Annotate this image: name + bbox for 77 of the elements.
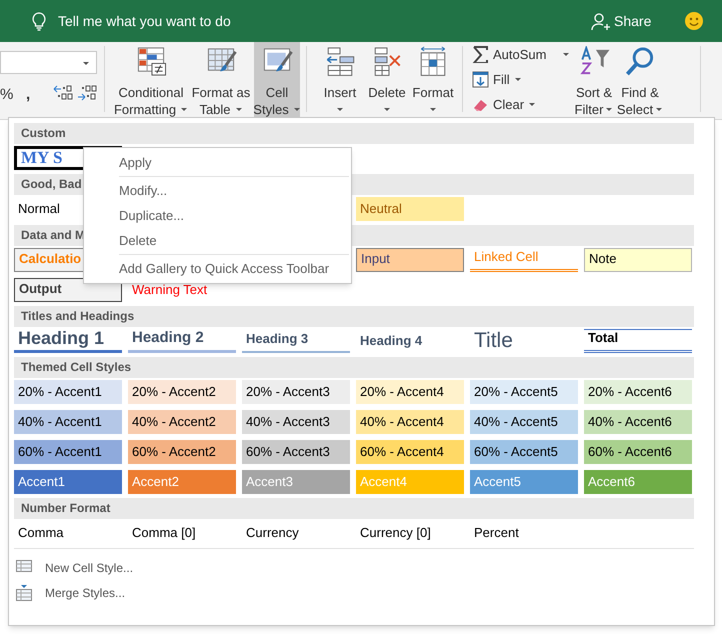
caret-icon	[605, 107, 614, 112]
style-swatch[interactable]: 40% - Accent2	[128, 410, 236, 434]
decrease-decimal-icon	[52, 84, 74, 102]
section-header: Themed Cell Styles	[14, 357, 694, 378]
lightbulb-icon	[31, 11, 47, 31]
style-swatch[interactable]: 20% - Accent2	[128, 380, 236, 404]
ribbon-button[interactable]: Insert	[316, 42, 364, 118]
ribbon-button[interactable]: Clear	[472, 95, 536, 114]
fill-down-icon	[472, 71, 489, 88]
magnifier-icon	[624, 46, 656, 77]
style-swatch[interactable]: Neutral	[356, 197, 464, 221]
caret-icon	[514, 77, 522, 82]
style-swatch[interactable]: Output	[14, 278, 122, 302]
caret-icon	[82, 61, 90, 66]
ribbon-button[interactable]: Delete	[364, 42, 410, 118]
style-swatch[interactable]: Percent	[470, 521, 578, 545]
style-swatch[interactable]: 60% - Accent1	[14, 440, 122, 464]
person-add-icon	[590, 12, 610, 32]
style-swatch[interactable]: 60% - Accent3	[242, 440, 350, 464]
style-swatch[interactable]: Currency	[242, 521, 350, 545]
sigma-icon	[472, 46, 489, 64]
ribbon-button[interactable]: AutoSum	[472, 45, 570, 64]
caret-icon	[292, 107, 301, 112]
caret-icon	[429, 107, 437, 112]
sort-filter-icon	[578, 46, 610, 77]
style-swatch[interactable]: 40% - Accent4	[356, 410, 464, 434]
style-swatch[interactable]: Comma [0]	[128, 521, 236, 545]
number-format-button[interactable]: ,	[26, 84, 30, 106]
insert-cells-icon	[324, 46, 356, 78]
ribbon-button[interactable]: Sort & Filter	[570, 42, 618, 118]
smiley-icon	[684, 11, 704, 31]
ribbon-button[interactable]: Format as Table	[188, 42, 254, 118]
style-swatch[interactable]: 20% - Accent3	[242, 380, 350, 404]
style-swatch[interactable]: 60% - Accent6	[584, 440, 692, 464]
menu-command[interactable]: Merge Styles...	[14, 580, 126, 605]
style-swatch[interactable]: Heading 4	[356, 329, 464, 353]
ribbon-button[interactable]: Cell Styles	[254, 42, 300, 118]
style-swatch[interactable]: 60% - Accent2	[128, 440, 236, 464]
style-swatch[interactable]: 20% - Accent6	[584, 380, 692, 404]
style-swatch[interactable]: Input	[356, 248, 464, 272]
merge-table-icon	[16, 584, 32, 600]
caret-icon	[383, 107, 391, 112]
style-swatch[interactable]: 40% - Accent1	[14, 410, 122, 434]
caret-icon	[234, 107, 243, 112]
section-header: Titles and Headings	[14, 306, 694, 327]
caret-icon	[562, 52, 570, 58]
caret-icon	[336, 107, 344, 112]
style-swatch[interactable]: 60% - Accent4	[356, 440, 464, 464]
style-swatch[interactable]: 20% - Accent5	[470, 380, 578, 404]
number-format-button[interactable]: %	[0, 84, 14, 106]
section-header: Custom	[14, 123, 694, 144]
style-swatch[interactable]: 40% - Accent5	[470, 410, 578, 434]
style-swatch[interactable]: 40% - Accent6	[584, 410, 692, 434]
style-swatch[interactable]: Comma	[14, 521, 122, 545]
ribbon-button[interactable]: Conditional Formatting	[114, 42, 188, 118]
font-field[interactable]	[0, 51, 97, 74]
style-swatch[interactable]: Accent1	[14, 470, 122, 494]
style-swatch[interactable]: Currency [0]	[356, 521, 464, 545]
style-swatch[interactable]: Title	[470, 329, 578, 353]
tell-me-text[interactable]: Tell me what you want to do	[58, 10, 231, 32]
style-swatch[interactable]: 60% - Accent5	[470, 440, 578, 464]
menu-command[interactable]: New Cell Style...	[14, 555, 134, 580]
style-swatch[interactable]: 20% - Accent1	[14, 380, 122, 404]
ribbon-button[interactable]: Format	[410, 42, 456, 118]
ribbon-button[interactable]: Find & Select	[616, 42, 664, 118]
style-swatch[interactable]: Note	[584, 248, 692, 272]
caret-icon	[528, 102, 536, 108]
style-swatch[interactable]: 40% - Accent3	[242, 410, 350, 434]
ribbon-button[interactable]: Fill	[472, 70, 522, 90]
conditional-formatting-icon	[135, 46, 167, 77]
caret-icon	[180, 107, 188, 112]
share-button[interactable]: Share	[590, 11, 652, 32]
menu-item[interactable]: Duplicate...	[84, 203, 351, 228]
section-header: Number Format	[14, 498, 694, 519]
style-swatch[interactable]: 20% - Accent4	[356, 380, 464, 404]
increase-decimal-icon	[76, 84, 98, 102]
caret-icon	[655, 107, 664, 112]
